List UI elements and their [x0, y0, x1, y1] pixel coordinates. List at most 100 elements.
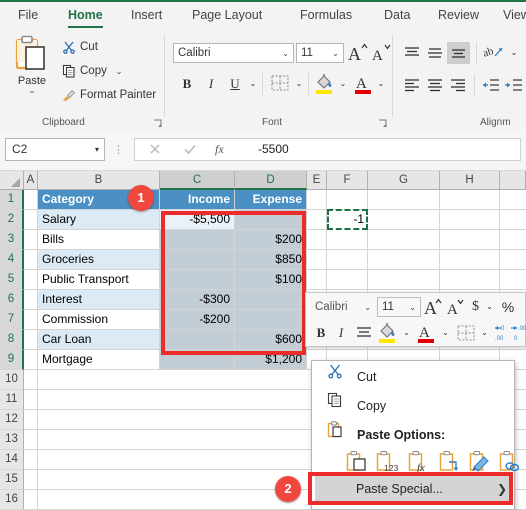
cut-button[interactable]: Cut — [62, 37, 98, 57]
font-color-button[interactable]: A — [352, 72, 374, 96]
mini-fill-dropdown-caret[interactable]: ⌄ — [400, 324, 413, 342]
paste-formulas-icon[interactable]: fx — [407, 450, 431, 474]
mini-font-color-button[interactable]: A — [416, 321, 438, 345]
cell-B7[interactable]: Commission — [38, 310, 160, 330]
row-header-13[interactable]: 13 — [0, 430, 24, 450]
bold-button[interactable]: B — [176, 73, 198, 95]
mini-bold-button[interactable]: B — [312, 322, 330, 344]
format-painter-button[interactable]: Format Painter — [62, 85, 156, 105]
column-header-h[interactable]: H — [440, 171, 500, 190]
paste-formatting-icon[interactable] — [468, 450, 492, 474]
mini-percent-button[interactable]: % — [499, 297, 517, 317]
decrease-indent-button[interactable] — [480, 75, 502, 95]
row-header-9[interactable]: 9 — [0, 350, 24, 370]
cell-B9[interactable]: Mortgage — [38, 350, 160, 370]
align-middle-button[interactable] — [424, 43, 446, 63]
row-header-12[interactable]: 12 — [0, 410, 24, 430]
cell-B3[interactable]: Bills — [38, 230, 160, 250]
column-header-f[interactable]: F — [327, 171, 368, 190]
row-header-10[interactable]: 10 — [0, 370, 24, 390]
row-header-5[interactable]: 5 — [0, 270, 24, 290]
cell-B6[interactable]: Interest — [38, 290, 160, 310]
grow-font-button[interactable]: A — [346, 41, 370, 65]
fill-color-button[interactable] — [313, 72, 335, 96]
paste-values-icon[interactable]: 123 — [375, 450, 401, 474]
italic-button[interactable]: I — [200, 73, 222, 95]
row-header-14[interactable]: 14 — [0, 450, 24, 470]
row-header-2[interactable]: 2 — [0, 210, 24, 230]
cell-C1[interactable]: Income — [160, 190, 235, 210]
increase-indent-button[interactable] — [503, 75, 525, 95]
tab-review[interactable]: Review — [432, 2, 485, 29]
cell-B4[interactable]: Groceries — [38, 250, 160, 270]
paste-dropdown-caret[interactable]: ⌄ — [6, 87, 58, 95]
formula-input[interactable]: -5500 — [250, 138, 521, 161]
column-header-g[interactable]: G — [368, 171, 440, 190]
mini-currency-dropdown-caret[interactable]: ⌄ — [483, 299, 496, 315]
mini-currency-button[interactable]: $ — [468, 297, 483, 317]
row-header-15[interactable]: 15 — [0, 470, 24, 490]
clipboard-dialog-launcher[interactable] — [153, 119, 162, 128]
tab-insert[interactable]: Insert — [125, 2, 168, 29]
font-name-combo[interactable]: Calibri ⌄ — [173, 43, 294, 63]
tab-home[interactable]: Home — [62, 2, 109, 29]
borders-dropdown-caret[interactable]: ⌄ — [292, 75, 306, 93]
align-right-button[interactable] — [447, 75, 469, 95]
copy-dropdown-caret[interactable]: ⌄ — [110, 62, 128, 82]
mini-shrink-font-button[interactable]: A — [445, 295, 467, 319]
shrink-font-button[interactable]: A — [370, 41, 394, 65]
mini-align-button[interactable] — [353, 322, 375, 344]
cancel-icon[interactable] — [147, 141, 163, 157]
borders-button[interactable] — [268, 73, 292, 95]
underline-dropdown-caret[interactable]: ⌄ — [246, 75, 260, 93]
font-size-combo[interactable]: 11 ⌄ — [296, 43, 344, 63]
tab-page-layout[interactable]: Page Layout — [186, 2, 268, 29]
column-header-a[interactable]: A — [24, 171, 38, 190]
align-top-button[interactable] — [401, 43, 423, 63]
cell-B8[interactable]: Car Loan — [38, 330, 160, 350]
font-dialog-launcher[interactable] — [378, 119, 387, 128]
align-left-button[interactable] — [401, 75, 423, 95]
align-bottom-button[interactable] — [447, 42, 470, 64]
tab-file[interactable]: File — [12, 2, 44, 29]
context-menu-item-copy[interactable]: Copy — [313, 392, 515, 421]
mini-grow-font-button[interactable]: A — [423, 295, 445, 319]
mini-font-name-combo[interactable]: Calibri ⌄ — [310, 297, 376, 317]
text-orientation-button[interactable]: ab — [482, 42, 506, 64]
paste-keep-source-formatting-icon[interactable] — [345, 450, 369, 474]
select-all-corner[interactable] — [0, 171, 24, 190]
row-header-16[interactable]: 16 — [0, 490, 24, 510]
row-header-3[interactable]: 3 — [0, 230, 24, 250]
column-header-e[interactable]: E — [307, 171, 327, 190]
fill-color-dropdown-caret[interactable]: ⌄ — [336, 75, 350, 93]
mini-font-size-combo[interactable]: 11 ⌄ — [377, 297, 421, 317]
copy-button[interactable]: Copy ⌄ — [62, 61, 128, 81]
paste-link-icon[interactable] — [498, 450, 522, 474]
name-box[interactable]: C2 ▾ — [5, 138, 105, 161]
mini-borders-button[interactable] — [454, 323, 478, 345]
mini-italic-button[interactable]: I — [332, 322, 350, 344]
cell-B2[interactable]: Salary — [38, 210, 160, 230]
tab-view[interactable]: View — [497, 2, 526, 29]
tab-data[interactable]: Data — [378, 2, 416, 29]
mini-toolbar[interactable]: Calibri ⌄ 11 ⌄ A A $ ⌄ % B I ⌄ A ⌄ ⌄ 0.0… — [305, 292, 526, 347]
row-header-8[interactable]: 8 — [0, 330, 24, 350]
mini-borders-dropdown-caret[interactable]: ⌄ — [478, 324, 491, 342]
align-center-button[interactable] — [424, 75, 446, 95]
row-header-11[interactable]: 11 — [0, 390, 24, 410]
cell-B5[interactable]: Public Transport — [38, 270, 160, 290]
row-header-7[interactable]: 7 — [0, 310, 24, 330]
column-header-i[interactable] — [500, 171, 526, 190]
underline-button[interactable]: U — [224, 73, 246, 95]
check-icon[interactable] — [182, 141, 198, 157]
row-header-6[interactable]: 6 — [0, 290, 24, 310]
paste-button[interactable]: Paste ⌄ — [6, 34, 58, 112]
fx-icon[interactable]: fx — [215, 139, 224, 160]
mini-font-color-dropdown-caret[interactable]: ⌄ — [439, 324, 452, 342]
paste-transpose-icon[interactable] — [438, 450, 462, 474]
mini-fill-color-button[interactable] — [377, 321, 399, 345]
row-header-1[interactable]: 1 — [0, 190, 24, 210]
cell-D1[interactable]: Expense — [235, 190, 307, 210]
orientation-dropdown-caret[interactable]: ⌄ — [507, 45, 521, 61]
font-color-dropdown-caret[interactable]: ⌄ — [374, 75, 388, 93]
